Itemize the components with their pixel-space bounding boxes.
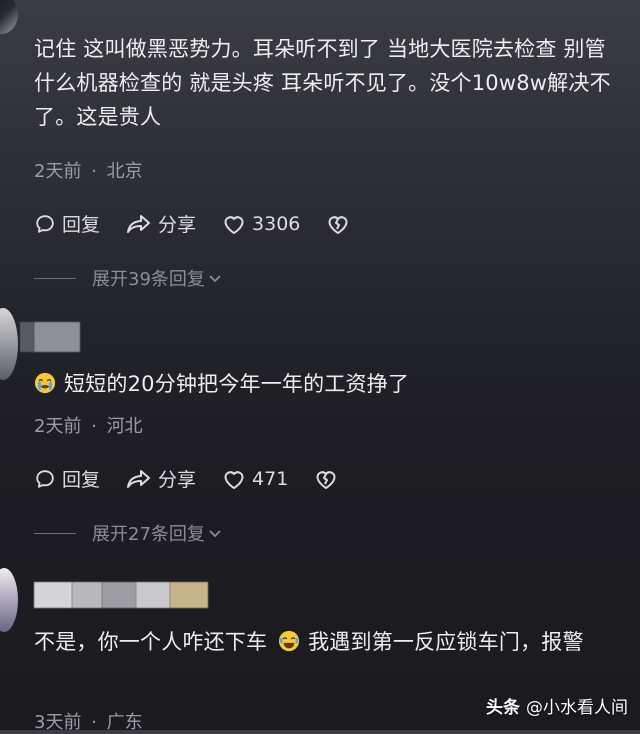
share-icon [127, 214, 151, 233]
like-count: 471 [252, 467, 289, 490]
comment-time: 2天前 [34, 161, 82, 182]
reply-label: 回复 [62, 214, 101, 236]
watermark-brand: 头条 [486, 698, 520, 718]
comment-body-part2: 我遇到第一反应锁车门，报警 [308, 630, 584, 654]
share-icon [127, 469, 151, 488]
comment-text: 记住 这叫做黑恶势力。耳朵听不到了 当地大医院去检查 别管什么机器检查的 就是头… [34, 37, 611, 129]
expand-replies-label: 展开27条回复 [92, 524, 205, 545]
comment-icon [36, 469, 54, 488]
comment-meta: 3天前 · 广东 [34, 708, 143, 734]
comment-body-part1: 不是，你一个人咋还下车 [34, 630, 268, 654]
comment-body: 短短的20分钟把今年一年的工资挣了 [64, 372, 410, 396]
comment-location: 北京 [106, 161, 143, 182]
comment-actions: 回复 分享 3306 [34, 210, 382, 237]
chevron-down-icon [209, 530, 221, 538]
meta-separator: · [91, 416, 97, 437]
comment-location: 河北 [106, 416, 143, 437]
avatar[interactable] [0, 0, 18, 34]
reply-button[interactable]: 回复 [34, 465, 100, 492]
divider-line [34, 277, 76, 279]
share-button[interactable]: 分享 [126, 465, 196, 492]
like-count: 3306 [252, 212, 301, 235]
loudly-crying-face-icon [34, 372, 56, 394]
broken-heart-icon [328, 215, 348, 234]
face-with-tears-of-joy-icon [279, 630, 300, 652]
share-label: 分享 [158, 469, 197, 491]
share-button[interactable]: 分享 [126, 210, 196, 237]
comment-time: 2天前 [34, 416, 82, 437]
avatar[interactable] [0, 568, 18, 632]
chevron-down-icon [209, 275, 221, 283]
comment-text: 不是，你一个人咋还下车 我遇到第一反应锁车门，报警 [34, 625, 624, 659]
dislike-button[interactable] [326, 213, 356, 235]
expand-replies-button[interactable]: 展开27条回复 [34, 520, 223, 546]
heart-icon [224, 470, 244, 489]
dislike-button[interactable] [314, 468, 344, 490]
comment-meta: 2天前 · 河北 [34, 412, 143, 438]
broken-heart-icon [316, 470, 336, 489]
comment-icon [36, 214, 54, 233]
reply-label: 回复 [62, 469, 101, 491]
watermark: 头条 @小水看人间 [486, 693, 628, 718]
heart-icon [224, 215, 244, 234]
like-button[interactable]: 471 [222, 468, 288, 490]
divider-line [34, 532, 76, 534]
comment-text: 短短的20分钟把今年一年的工资挣了 [34, 367, 624, 401]
expand-replies-button[interactable]: 展开39条回复 [34, 265, 223, 291]
avatar[interactable] [0, 308, 18, 380]
like-button[interactable]: 3306 [222, 213, 300, 235]
share-label: 分享 [158, 214, 197, 236]
watermark-account: @小水看人间 [526, 698, 628, 718]
expand-replies-label: 展开39条回复 [92, 269, 205, 290]
comment-actions: 回复 分享 471 [34, 465, 370, 492]
meta-separator: · [91, 161, 97, 182]
comment-meta: 2天前 · 北京 [34, 157, 143, 183]
reply-button[interactable]: 回复 [34, 210, 100, 237]
